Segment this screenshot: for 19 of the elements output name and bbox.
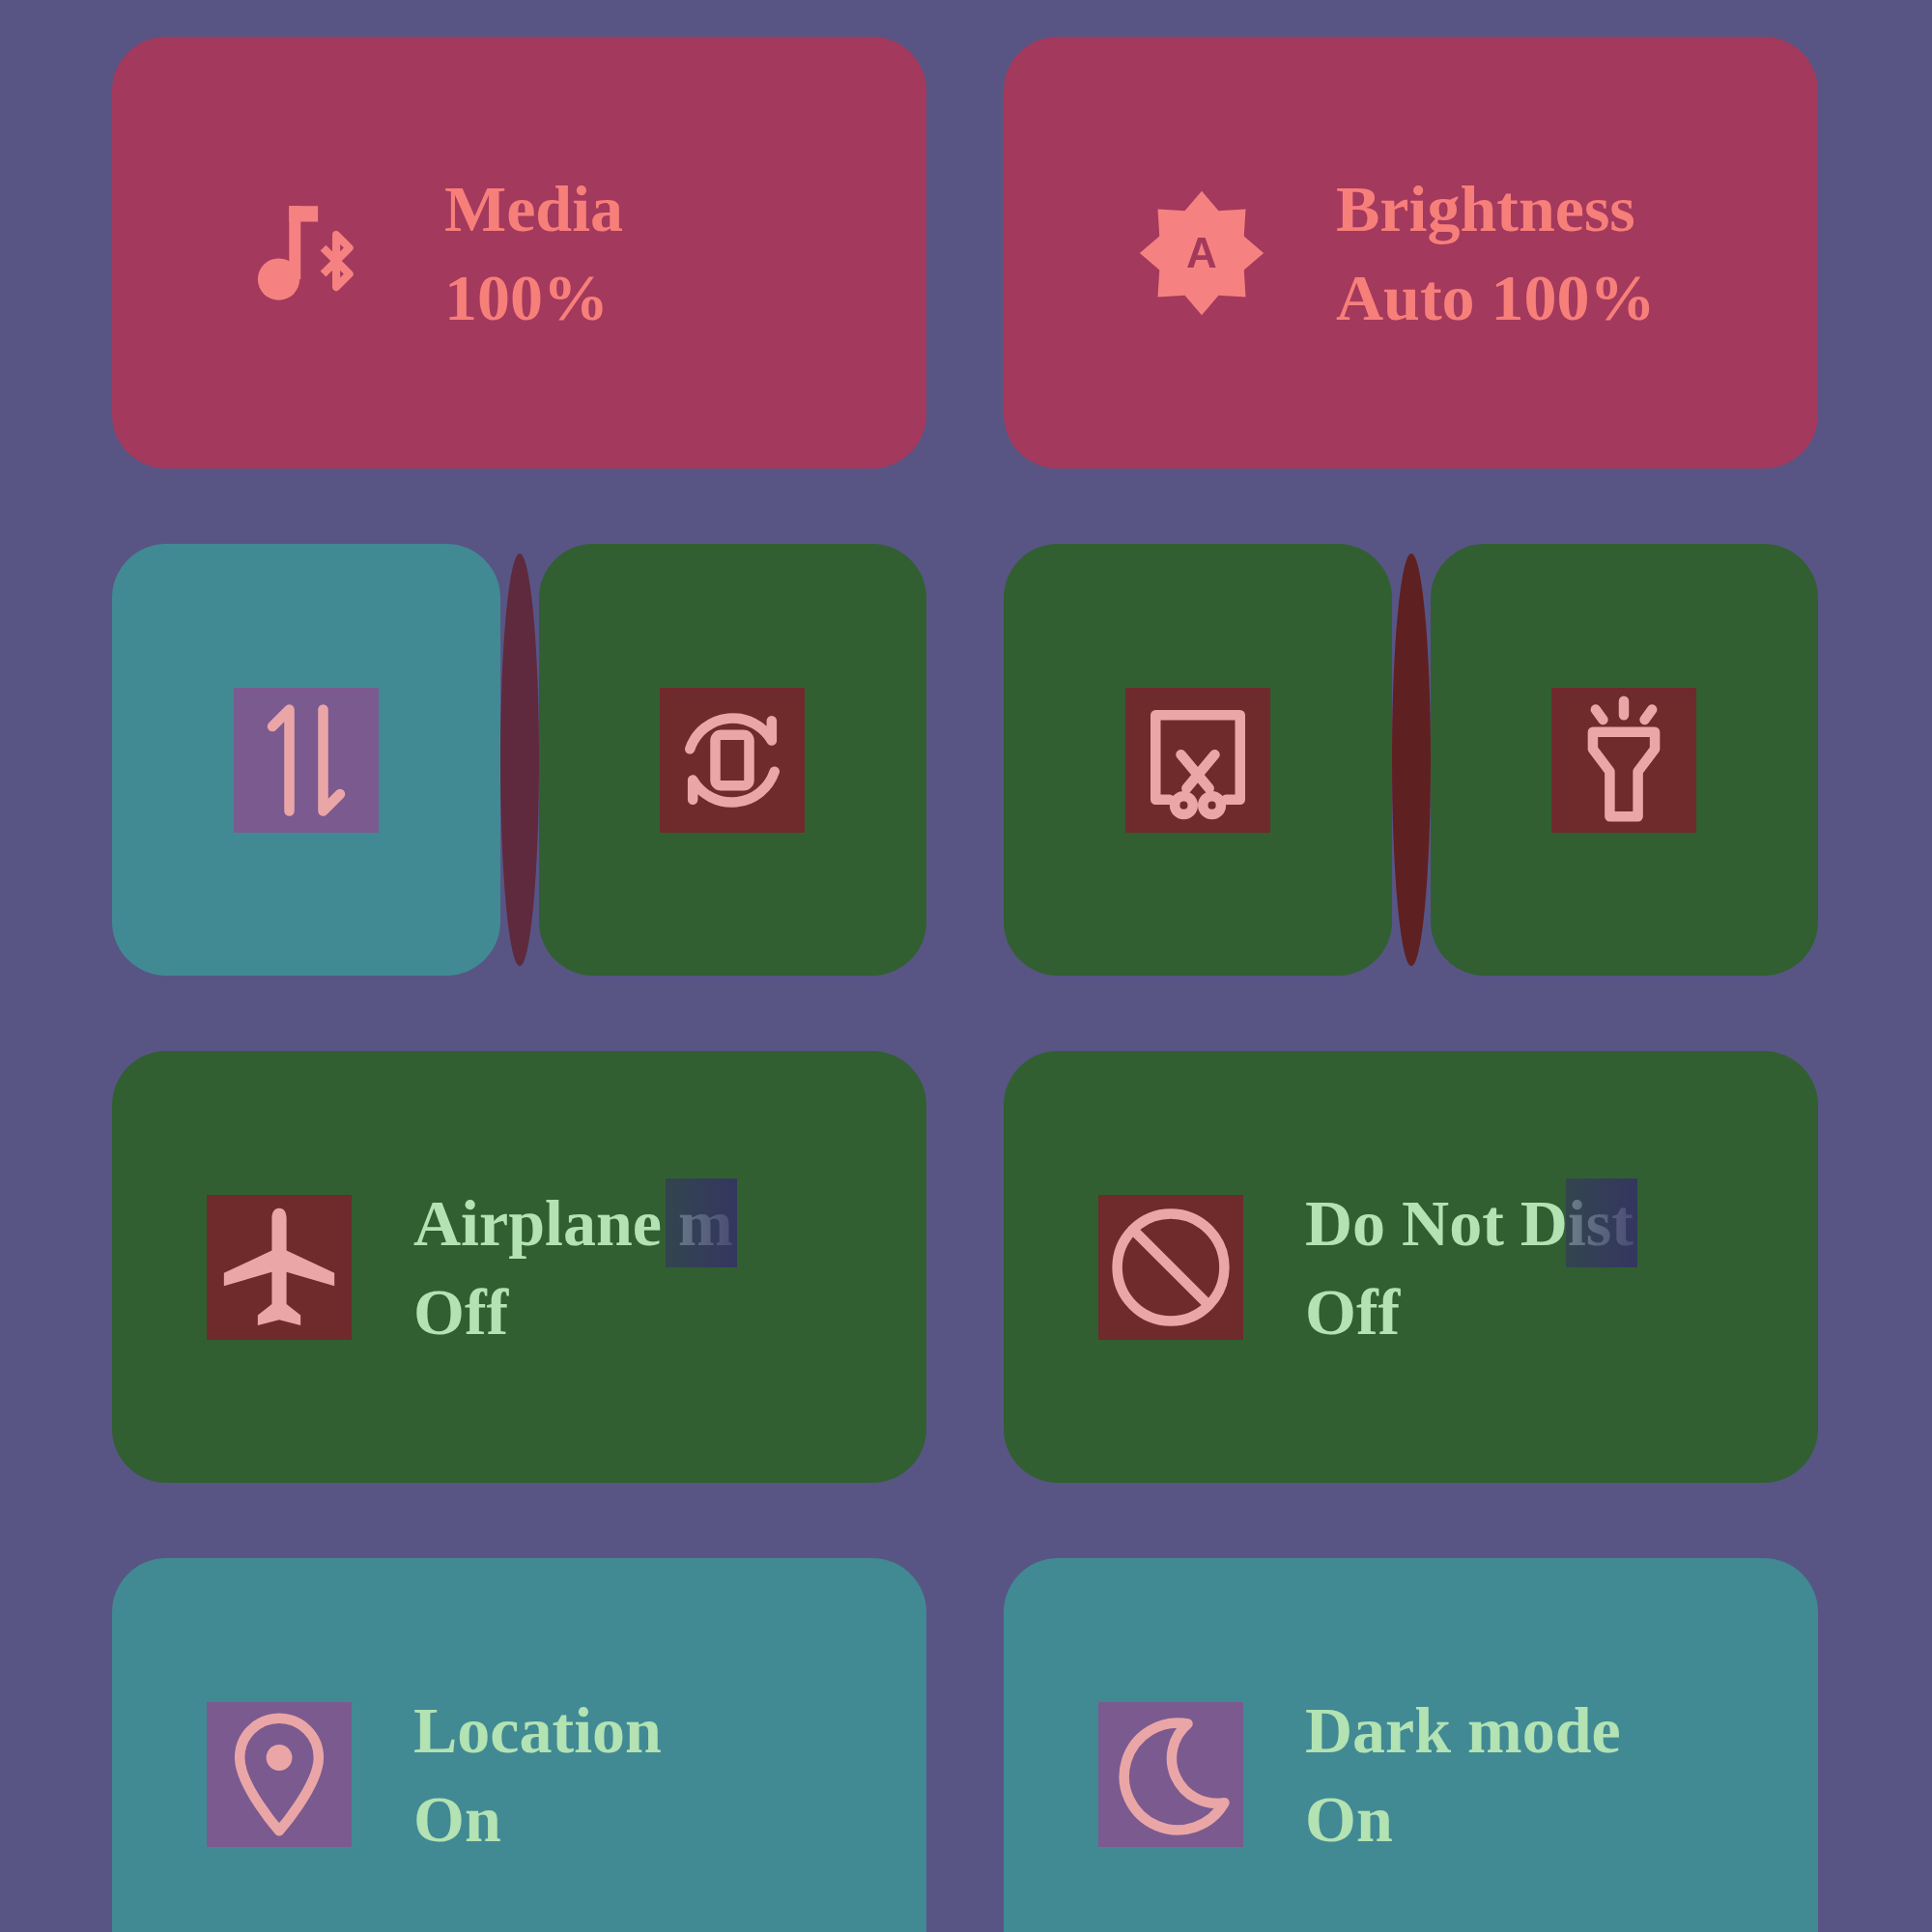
- tile-title: Dark mode: [1305, 1691, 1621, 1769]
- tile-state: Off: [413, 1273, 510, 1350]
- slider-tile[interactable]: A Brightness Auto 100%: [1004, 37, 1818, 469]
- toggle-tile[interactable]: Location On: [112, 1558, 926, 1932]
- tile-state: On: [413, 1780, 502, 1858]
- tile-title: Location: [413, 1691, 662, 1769]
- toggle-tile[interactable]: [1430, 544, 1818, 976]
- toggle-tile[interactable]: Dark mode On: [1004, 1558, 1818, 1932]
- tile-value: 100%: [444, 259, 610, 336]
- tile-value: Auto 100%: [1336, 259, 1656, 336]
- toggle-tile[interactable]: [112, 544, 500, 976]
- toggle-tile[interactable]: [538, 544, 926, 976]
- tile-state: On: [1305, 1780, 1394, 1858]
- tile-title: Media: [444, 170, 624, 247]
- toggle-tile[interactable]: [1004, 544, 1392, 976]
- tile-title: Brightness: [1336, 170, 1636, 247]
- slider-tile[interactable]: Media 100%: [112, 37, 926, 469]
- tile-state: Off: [1305, 1273, 1402, 1350]
- auto-brightness-letter: A: [1186, 231, 1217, 274]
